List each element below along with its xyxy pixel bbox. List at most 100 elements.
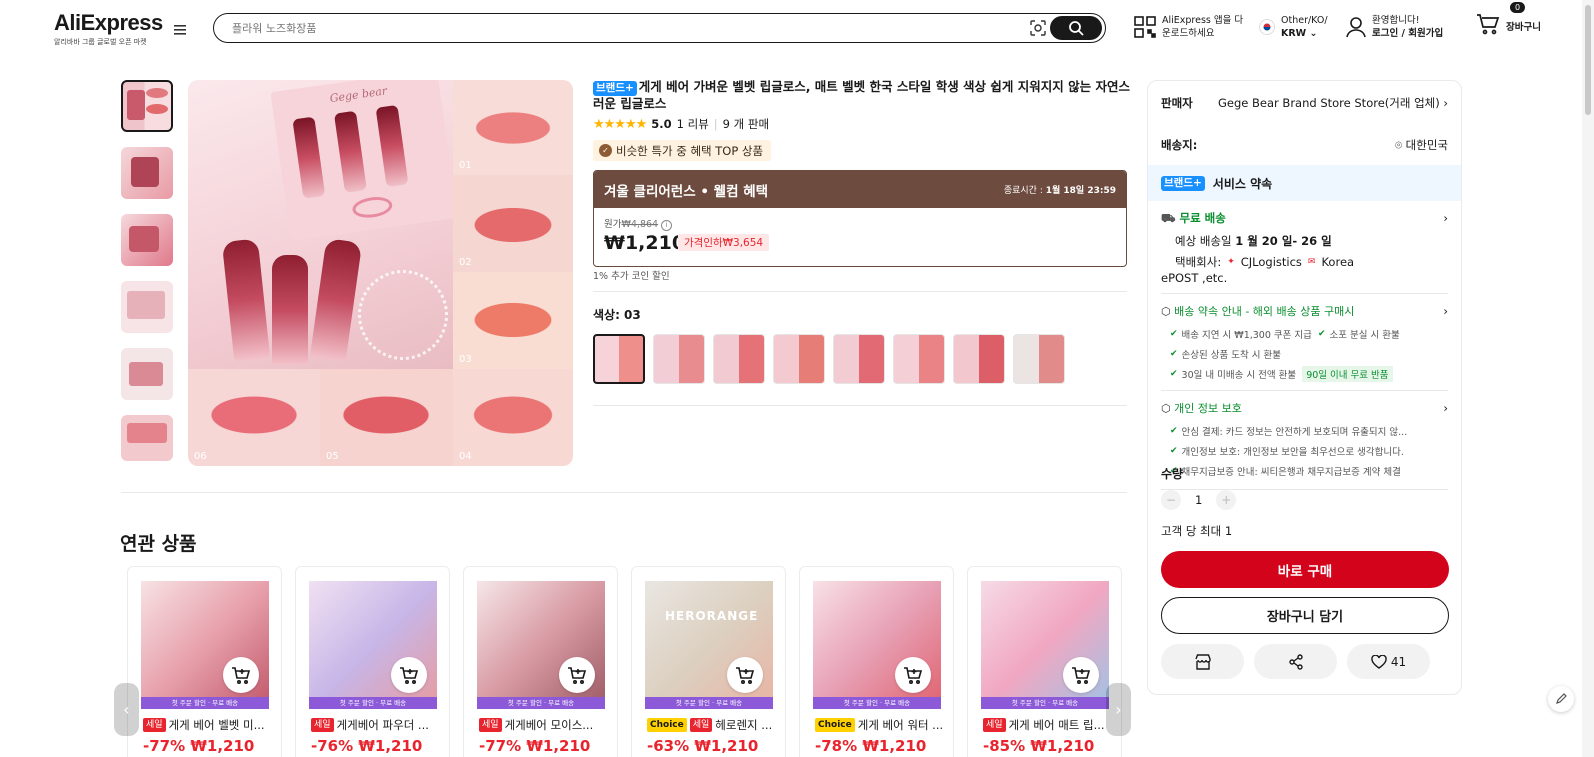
deal-price-box: 겨울 클리어런스 • 웰컴 혜택 종료시간 : 1월 18일 23:59 원가₩…	[593, 170, 1127, 267]
ship-to-row[interactable]: 배송지: ⌾ 대한민국	[1148, 125, 1461, 165]
add-to-cart-icon[interactable]	[559, 657, 595, 693]
wishlist-button[interactable]: 41	[1347, 644, 1430, 679]
thumbnail-4[interactable]	[121, 281, 173, 333]
app-download[interactable]: AliExpress 앱을 다 운로드하세요	[1134, 14, 1243, 40]
related-product-card[interactable]: 첫 주문 할인 · 무료 배송 세일 게게베어 모이스... -77% ₩1,21…	[463, 566, 618, 757]
privacy-3: 채무지급보증 안내: 씨티은행과 채무지급보증 계약 체결	[1181, 467, 1401, 478]
promise-2: 소포 분실 시 환불	[1329, 330, 1400, 341]
privacy-title: 개인 정보 보호	[1174, 402, 1242, 415]
related-product-name[interactable]: Choice 게게 베어 워터 ...	[815, 717, 945, 733]
search-button[interactable]	[1050, 16, 1102, 40]
color-option[interactable]	[713, 334, 765, 384]
privacy-2: 개인정보 보호: 개인정보 보안을 최우선으로 생각합니다.	[1181, 447, 1404, 458]
decrement-button[interactable]: −	[1161, 490, 1181, 510]
increment-button[interactable]: +	[1216, 490, 1237, 510]
sale-price: ₩1,210	[604, 232, 686, 254]
related-product-image[interactable]: 첫 주문 할인 · 무료 배송	[981, 581, 1109, 709]
search-bar	[213, 13, 1106, 43]
logo-tagline: 알리바바 그룹 글로벌 오픈 마켓	[54, 38, 147, 46]
related-product-image[interactable]: 첫 주문 할인 · 무료 배송	[309, 581, 437, 709]
hamburger-menu-icon[interactable]	[172, 22, 188, 38]
lip-swatch-02: 02	[453, 175, 573, 272]
image-search-icon[interactable]	[1029, 19, 1047, 37]
related-price-value: ₩1,210	[358, 737, 423, 755]
related-price-value: ₩1,210	[526, 737, 591, 755]
related-product-name[interactable]: 세일 게게 베어 매트 립...	[983, 717, 1113, 733]
login-signup-link[interactable]: 로그인 / 회원가입	[1372, 27, 1443, 40]
search-input[interactable]	[232, 19, 992, 37]
info-icon[interactable]: i	[661, 220, 673, 231]
logo-wordmark: AliExpress	[54, 10, 163, 35]
related-product-card[interactable]: 첫 주문 할인 · 무료 배송 세일 게게 베어 벨벳 미... -77% ₩1,…	[127, 566, 282, 757]
check-icon: ✔	[1170, 349, 1178, 359]
related-product-name[interactable]: 세일 게게베어 파우더 ...	[311, 717, 441, 733]
scrollbar-thumb[interactable]	[1585, 5, 1591, 115]
related-product-name-text: 게게 베어 벨벳 미...	[168, 718, 265, 732]
check-icon: ✔	[1170, 329, 1178, 339]
account-menu[interactable]: 환영합니다! 로그인 / 회원가입	[1346, 14, 1443, 40]
heart-icon	[1371, 654, 1387, 669]
store-button[interactable]	[1161, 644, 1244, 679]
related-product-card[interactable]: 첫 주문 할인 · 무료 배송 세일 게게베어 파우더 ... -76% ₩1,2…	[295, 566, 450, 757]
free-return-badge: 90일 이내 무료 반품	[1302, 366, 1393, 382]
carrier-korea: Korea	[1321, 255, 1355, 269]
seller-label: 판매자	[1161, 96, 1193, 110]
add-to-cart-icon[interactable]	[223, 657, 259, 693]
buy-now-button[interactable]: 바로 구매	[1161, 551, 1449, 588]
cart-link[interactable]: 0 장바구니	[1476, 1, 1541, 36]
related-product-card[interactable]: 첫 주문 할인 · 무료 배송 세일 게게 베어 매트 립... -85% ₩1,…	[967, 566, 1122, 757]
related-product-image[interactable]: 첫 주문 할인 · 무료 배송	[477, 581, 605, 709]
add-to-cart-icon[interactable]	[727, 657, 763, 693]
color-option-03[interactable]	[593, 334, 645, 384]
carousel-prev-button[interactable]: ‹	[114, 683, 139, 736]
thumbnail-1[interactable]	[121, 80, 173, 132]
related-discount: -77%	[479, 737, 522, 755]
delivery-promise-row[interactable]: ⬡ 배송 약속 안내 - 해외 배송 상품 구매시 ›	[1148, 298, 1461, 324]
color-option[interactable]	[653, 334, 705, 384]
page-scrollbar[interactable]	[1582, 0, 1594, 757]
related-product-image[interactable]: 첫 주문 할인 · 무료 배송	[141, 581, 269, 709]
lip-swatch-03: 03	[453, 272, 573, 369]
product-title: 브랜드+ 게게 베어 가벼운 벨벳 립글로스, 매트 벨벳 한국 스타일 학생 색…	[593, 79, 1130, 112]
add-to-cart-icon[interactable]	[391, 657, 427, 693]
aliexpress-logo[interactable]: AliExpress 알리바바 그룹 글로벌 오픈 마켓	[54, 10, 164, 47]
carousel-next-button[interactable]: ›	[1106, 683, 1131, 736]
check-icon: ✔	[1170, 369, 1178, 379]
region-selector[interactable]: Other/KO/KRW ⌄	[1259, 14, 1328, 40]
color-option[interactable]	[893, 334, 945, 384]
related-product-name[interactable]: Choice 세일 헤로렌지 ...	[647, 717, 777, 733]
add-to-cart-icon[interactable]	[895, 657, 931, 693]
feedback-button[interactable]	[1548, 686, 1574, 712]
promise-line: ✔ 배송 지연 시 ₩1,300 쿠폰 지급 ✔ 소포 분실 시 환불	[1148, 324, 1461, 344]
thumbnail-6[interactable]	[121, 415, 173, 461]
add-to-cart-icon[interactable]	[1063, 657, 1099, 693]
original-price: 원가₩4,864 i	[604, 216, 673, 231]
free-shipping-row[interactable]: ⛟ 무료 배송 ›	[1148, 203, 1461, 233]
seller-row[interactable]: 판매자 Gege Bear Brand Store Store(거래 업체) ›	[1148, 81, 1461, 125]
thumbnail-3[interactable]	[121, 214, 173, 266]
thumbnail-2[interactable]	[121, 147, 173, 199]
share-button[interactable]	[1254, 644, 1337, 679]
color-option[interactable]	[1013, 334, 1065, 384]
color-option[interactable]	[773, 334, 825, 384]
related-product-card[interactable]: 첫 주문 할인 · 무료 배송 Choice 게게 베어 워터 ... -78% …	[799, 566, 954, 757]
related-discount: -76%	[311, 737, 354, 755]
thumbnail-5[interactable]	[121, 348, 173, 400]
related-product-image[interactable]: HERORANGE 첫 주문 할인 · 무료 배송	[645, 581, 773, 709]
related-product-name[interactable]: 세일 게게베어 모이스...	[479, 717, 609, 733]
review-count-link[interactable]: 1 리뷰	[677, 116, 709, 132]
epost-logo-icon: ✉	[1307, 257, 1316, 267]
deal-end-label: 종료시간 :	[1003, 186, 1043, 196]
related-product-card[interactable]: HERORANGE 첫 주문 할인 · 무료 배송 Choice 세일 헤로렌지 .…	[631, 566, 786, 757]
related-product-name[interactable]: 세일 게게 베어 벨벳 미...	[143, 717, 273, 733]
main-product-image[interactable]: Gege bear 01 02 03 04 05 06	[188, 80, 573, 466]
original-price-value: ₩4,864	[621, 219, 659, 230]
add-to-cart-button[interactable]: 장바구니 담기	[1161, 597, 1449, 634]
color-option[interactable]	[833, 334, 885, 384]
related-product-image[interactable]: 첫 주문 할인 · 무료 배송	[813, 581, 941, 709]
quantity-value[interactable]: 1	[1195, 493, 1202, 507]
qr-code-icon	[1134, 16, 1156, 38]
color-option[interactable]	[953, 334, 1005, 384]
privacy-row[interactable]: ⬡ 개인 정보 보호 ›	[1148, 395, 1461, 421]
divider	[121, 492, 1127, 493]
